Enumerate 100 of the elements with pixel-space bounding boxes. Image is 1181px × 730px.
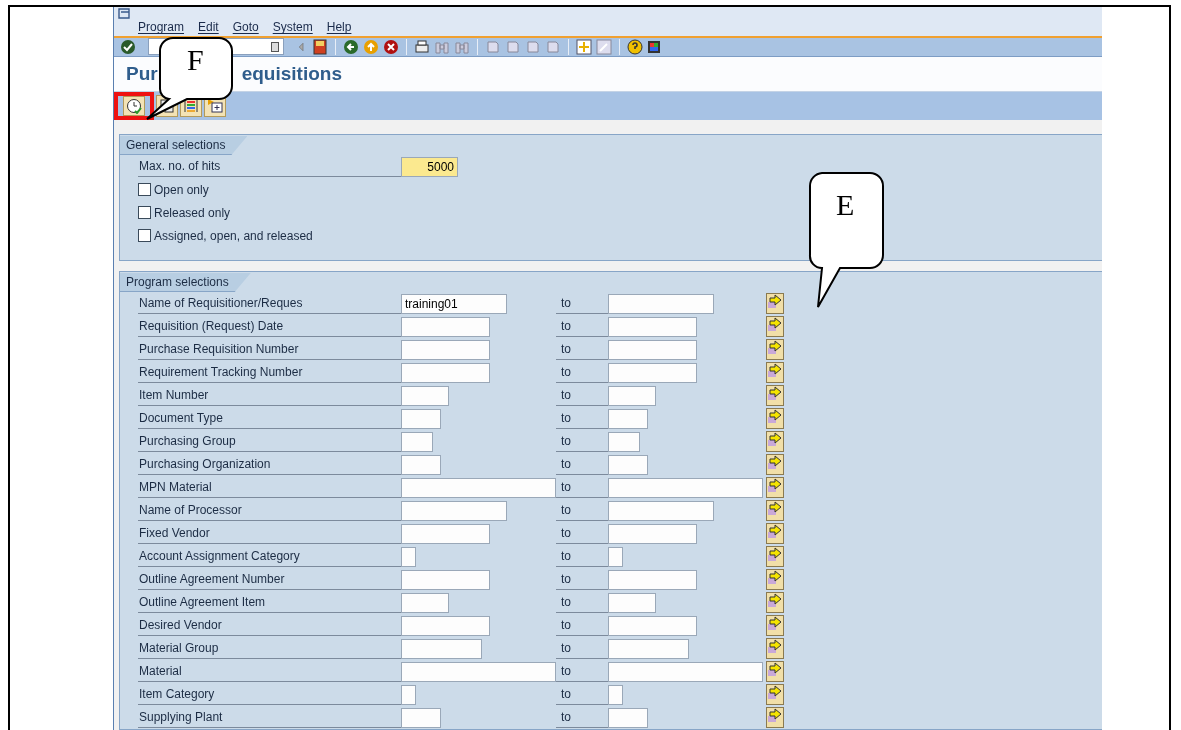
to-field[interactable] — [608, 500, 714, 521]
from-field[interactable] — [401, 408, 441, 429]
from-field[interactable] — [401, 684, 416, 705]
checkbox[interactable] — [138, 183, 151, 196]
menu-item[interactable]: Goto — [232, 20, 259, 34]
checkbox[interactable] — [138, 206, 151, 219]
from-field[interactable] — [401, 454, 441, 475]
arrow-icon — [768, 547, 782, 561]
from-field[interactable] — [401, 362, 490, 383]
menu-item[interactable]: Help — [326, 20, 352, 34]
field-label: Outline Agreement Number — [138, 569, 401, 590]
from-field[interactable] — [401, 477, 556, 498]
checkbox-label: Assigned, open, and released — [154, 228, 313, 243]
to-field[interactable] — [608, 684, 623, 705]
checkbox[interactable] — [138, 229, 151, 242]
multiple-selection-button[interactable] — [766, 477, 784, 498]
layout-icon[interactable] — [647, 38, 663, 55]
new-session-icon[interactable] — [576, 38, 592, 55]
from-field[interactable] — [401, 385, 449, 406]
history-icon[interactable] — [271, 41, 279, 52]
cancel-icon[interactable] — [383, 38, 399, 55]
to-field[interactable] — [608, 707, 648, 728]
to-field[interactable] — [608, 316, 697, 337]
execute-button[interactable] — [114, 92, 154, 120]
multiple-selection-button[interactable] — [766, 523, 784, 544]
arrow-icon — [768, 593, 782, 607]
multiple-selection-button[interactable] — [766, 408, 784, 429]
from-field[interactable] — [401, 339, 490, 360]
arrow-icon — [768, 616, 782, 630]
from-field[interactable] — [401, 431, 433, 452]
from-field[interactable] — [401, 707, 441, 728]
enter-check-icon[interactable] — [120, 38, 136, 55]
multiple-selection-button[interactable] — [766, 339, 784, 360]
arrow-icon — [768, 294, 782, 308]
to-field[interactable] — [608, 431, 640, 452]
print-icon[interactable] — [414, 38, 430, 55]
to-field[interactable] — [608, 615, 697, 636]
multiple-selection-button[interactable] — [766, 546, 784, 567]
multiple-selection-button[interactable] — [766, 661, 784, 682]
to-field[interactable] — [608, 638, 689, 659]
arrow-icon — [768, 455, 782, 469]
checkbox-option[interactable]: Assigned, open, and released — [120, 224, 317, 247]
max-hits-field[interactable]: 5000 — [401, 156, 458, 177]
multiple-selection-button[interactable] — [766, 638, 784, 659]
to-field[interactable] — [608, 385, 656, 406]
to-field[interactable] — [608, 408, 648, 429]
multiple-selection-button[interactable] — [766, 615, 784, 636]
multiple-selection-button[interactable] — [766, 569, 784, 590]
field-label: Material Group — [138, 638, 401, 659]
arrow-icon — [768, 478, 782, 492]
multiple-selection-button[interactable] — [766, 362, 784, 383]
from-field[interactable] — [401, 661, 556, 682]
color-bars-icon — [183, 98, 199, 114]
from-field[interactable]: training01 — [401, 293, 507, 314]
help-icon[interactable] — [627, 38, 643, 55]
page-title: Pur — [126, 62, 158, 85]
field-label: Name of Requisitioner/Reques — [138, 293, 401, 314]
to-field[interactable] — [608, 523, 697, 544]
from-field[interactable] — [401, 523, 490, 544]
multiple-selection-button[interactable] — [766, 431, 784, 452]
menu-item[interactable]: System — [272, 20, 313, 34]
arrow-icon — [768, 570, 782, 584]
from-field[interactable] — [401, 569, 490, 590]
multiple-selection-button[interactable] — [766, 684, 784, 705]
multiple-selection-button[interactable] — [766, 592, 784, 613]
to-field[interactable] — [608, 661, 763, 682]
back-icon[interactable] — [343, 38, 359, 55]
to-field[interactable] — [608, 569, 697, 590]
multiple-selection-button[interactable] — [766, 500, 784, 521]
arrow-icon — [768, 524, 782, 538]
from-field[interactable] — [401, 500, 507, 521]
to-field[interactable] — [608, 477, 763, 498]
save-icon[interactable] — [312, 38, 328, 55]
field-label: Name of Processor — [138, 500, 401, 521]
from-field[interactable] — [401, 615, 490, 636]
from-field[interactable] — [401, 546, 416, 567]
multiple-selection-button[interactable] — [766, 707, 784, 728]
multiple-selection-button[interactable] — [766, 385, 784, 406]
multiple-selection-button[interactable] — [766, 316, 784, 337]
to-field[interactable] — [608, 362, 697, 383]
multiple-selection-button[interactable] — [766, 454, 784, 475]
arrow-icon — [768, 639, 782, 653]
arrow-icon — [768, 386, 782, 400]
window-menu-icon[interactable] — [118, 8, 132, 20]
menu-item[interactable]: Edit — [198, 20, 219, 34]
from-field[interactable] — [401, 638, 482, 659]
to-field[interactable] — [608, 293, 714, 314]
from-field[interactable] — [401, 316, 490, 337]
to-field[interactable] — [608, 592, 656, 613]
checkbox-option[interactable]: Open only — [120, 178, 213, 201]
arrow-icon — [768, 432, 782, 446]
menu-item[interactable]: Program — [138, 20, 184, 34]
from-field[interactable] — [401, 592, 449, 613]
arrow-icon — [768, 409, 782, 423]
field-label: Item Number — [138, 385, 401, 406]
multiple-selection-button[interactable] — [766, 293, 784, 314]
to-field[interactable] — [608, 546, 623, 567]
to-field[interactable] — [608, 454, 648, 475]
checkbox-option[interactable]: Released only — [120, 201, 235, 224]
to-field[interactable] — [608, 339, 697, 360]
